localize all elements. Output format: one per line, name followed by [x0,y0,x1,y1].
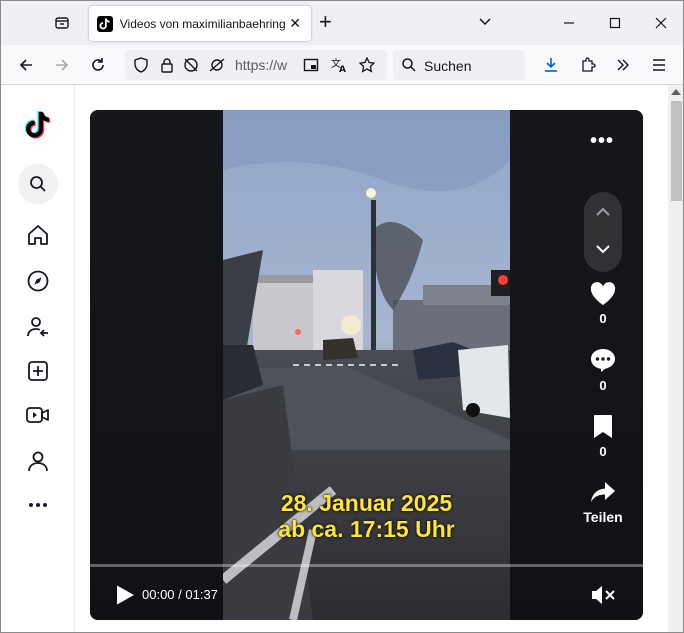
url-text: https://w [235,57,288,73]
play-icon[interactable] [114,584,136,606]
privacy-icon[interactable] [205,53,229,77]
chevron-up-icon [596,207,610,216]
home-icon[interactable] [22,219,54,251]
search-input[interactable]: Suchen [424,58,471,74]
url-bar[interactable]: https://w 文A [125,50,387,80]
search-icon [397,53,421,77]
page-content: 28. Januar 2025 ab ca. 17:15 Uhr ••• 0 0 [1,85,668,632]
navigation-toolbar: https://w 文A Suchen [1,45,683,85]
bookmark-action[interactable]: 0 [577,414,629,459]
svg-text:A: A [339,65,346,73]
scroll-thumb[interactable] [671,101,682,201]
video-time: 00:00 / 01:37 [142,587,218,602]
tiktok-favicon [97,15,113,32]
upload-icon[interactable] [22,355,54,387]
following-icon[interactable] [22,311,54,343]
tiktok-sidebar [1,85,75,632]
forward-icon[interactable] [50,53,74,77]
share-action[interactable]: Teilen [577,480,629,525]
browser-window: Videos von maximilianbaehring ✕ + https:… [0,0,684,633]
star-icon[interactable] [355,53,379,77]
shield-icon[interactable] [129,53,153,77]
profile-icon[interactable] [22,445,54,477]
active-tab[interactable]: Videos von maximilianbaehring ✕ [89,6,311,41]
reload-icon[interactable] [86,53,110,77]
share-label: Teilen [583,509,623,525]
lock-icon[interactable] [155,53,179,77]
comment-action[interactable]: 0 [577,348,629,393]
extensions-icon[interactable] [576,53,600,77]
video-caption: 28. Januar 2025 ab ca. 17:15 Uhr [223,490,510,542]
bookmark-icon [594,415,612,438]
comment-icon [591,349,615,372]
video-blur-left [90,110,223,620]
translate-icon[interactable]: 文A [327,53,351,77]
menu-icon[interactable] [647,53,671,77]
explore-icon[interactable] [22,265,54,297]
tab-list-icon[interactable] [49,11,75,35]
comment-count: 0 [599,378,607,393]
minimize-icon[interactable] [557,11,581,35]
video-progress-bar[interactable] [90,564,643,567]
scroll-up-arrow[interactable] [671,89,681,95]
like-action[interactable]: 0 [577,282,629,326]
close-icon[interactable]: ✕ [287,15,303,32]
back-icon[interactable] [14,53,38,77]
bookmark-count: 0 [599,444,607,459]
close-window-icon[interactable] [649,11,673,35]
video-nav-pill [584,192,622,272]
tab-title: Videos von maximilianbaehring [119,16,286,31]
more-options-icon[interactable]: ••• [590,130,614,153]
live-icon[interactable] [22,399,54,431]
tiktok-logo[interactable] [22,109,54,141]
chevron-down-icon[interactable] [477,13,493,34]
reader-icon[interactable] [299,53,323,77]
download-icon[interactable] [539,53,563,77]
tracking-icon[interactable] [179,53,203,77]
page-scrollbar[interactable] [668,85,683,632]
tab-strip: Videos von maximilianbaehring ✕ + [1,1,683,45]
video-frame [223,110,510,620]
video-player[interactable]: 28. Januar 2025 ab ca. 17:15 Uhr ••• 0 0 [90,110,643,620]
mute-icon[interactable] [590,584,616,606]
chevron-down-icon [596,245,610,254]
heart-icon [590,282,616,305]
share-icon [591,482,615,502]
maximize-icon[interactable] [603,11,627,35]
like-count: 0 [599,311,607,326]
plus-icon[interactable]: + [319,11,332,33]
overflow-icon[interactable] [611,53,635,77]
more-icon[interactable] [22,489,54,521]
caption-line-2: ab ca. 17:15 Uhr [278,516,455,542]
search-icon [30,176,46,192]
search-bar[interactable]: Suchen [393,50,525,80]
caption-line-1: 28. Januar 2025 [280,490,453,516]
sidebar-search-button[interactable] [18,164,58,204]
